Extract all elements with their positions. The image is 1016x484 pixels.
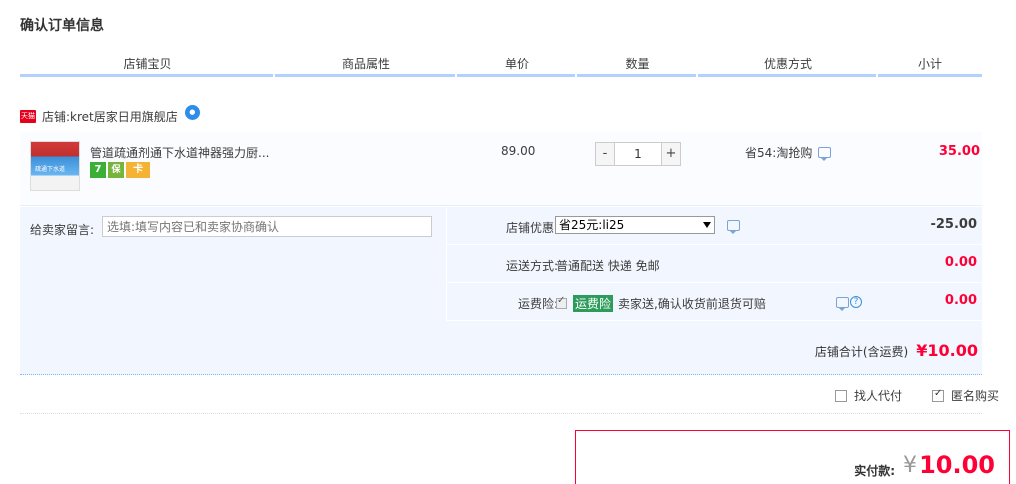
shop-discount-selected: 省25元:li25 [559,218,625,232]
header-bar [20,74,273,77]
tmall-icon: 天猫 [20,109,36,123]
header-bar [878,74,982,77]
promo-text: 省54:淘抢购 [745,146,813,160]
shipping-amount: 0.00 [944,255,977,270]
anonymous-option[interactable]: 匿名购买 [931,387,999,404]
comment-icon[interactable] [836,296,849,311]
quantity-plus-button[interactable]: + [661,142,681,166]
item-thumbnail[interactable]: 疏通下水道 [30,141,80,191]
seven-day-return-icon[interactable]: 7 [90,162,106,178]
memo-input[interactable] [102,216,432,237]
service-badges: 7 保 卡 [90,162,150,178]
shop-discount-label: 店铺优惠: [505,221,558,235]
item-title-link[interactable]: 管道疏通剂通下水道神器强力厨... [90,144,269,161]
insurance-desc: 卖家送,确认收货前退货可赔 [618,297,766,311]
quantity-minus-button[interactable]: - [595,142,615,166]
shop-name-link[interactable]: kret居家日用旗舰店 [70,108,178,125]
memo-label: 给卖家留言: [30,223,95,237]
insurance-amount: 0.00 [944,293,977,308]
comment-icon[interactable] [727,220,740,234]
header-bar [457,74,575,77]
page-title: 确认订单信息 [20,18,104,34]
payment-amount: 10.00 [919,451,995,479]
payment-label: 实付款: [854,464,895,478]
comment-icon[interactable] [818,147,832,161]
insurance-icons: ? [836,296,862,311]
promo-info: 省54:淘抢购 [745,144,832,161]
order-item-row: 疏通下水道 管道疏通剂通下水道神器强力厨... 7 保 卡 89.00 - + … [20,132,982,206]
header-bar [698,74,876,77]
detail-summary: 店铺优惠: 省25元:li25 -25.00 运送方式: 普通配送 快递 免邮 … [446,207,983,322]
anonymous-checkbox[interactable] [931,388,944,402]
shop-discount-select[interactable]: 省25元:li25 [555,216,715,234]
insurance-label: 运费险: [517,297,558,311]
shop-discount-row: 店铺优惠: 省25元:li25 -25.00 [447,207,983,245]
guarantee-icon[interactable]: 保 [108,162,124,178]
quantity-input[interactable] [615,142,661,166]
pay-for-me-label: 找人代付 [853,389,902,403]
pay-for-me-checkbox[interactable] [834,389,847,402]
credit-card-icon[interactable]: 卡 [126,162,150,178]
header-bar [577,74,696,77]
shop-total: 店铺合计(含运费) ¥10.00 [815,341,978,360]
shop-discount-amount: -25.00 [930,217,977,232]
insurance-checkbox[interactable] [556,295,567,309]
anonymous-label: 匿名购买 [950,389,999,403]
dropdown-arrow-icon [703,222,711,228]
insurance-value: 运费险 卖家送,确认收货前退货可赔 [556,295,766,312]
thumbnail-caption: 疏通下水道 [35,166,66,173]
shop-row: 天猫 店铺: kret居家日用旗舰店 ● [20,104,200,126]
shipping-label: 运送方式: [505,259,558,273]
header-bar [275,74,455,77]
column-header: 店铺宝贝 商品属性 单价 数量 优惠方式 小计 [20,54,982,78]
quantity-stepper: - + [595,142,681,166]
divider [20,413,982,414]
insurance-row: 运费险: 运费险 卖家送,确认收货前退货可赔 ? 0.00 [447,283,983,321]
payment-currency: ¥ [903,453,917,478]
order-options: 找人代付 匿名购买 [834,387,999,404]
item-subtotal: 35.00 [938,144,980,159]
shop-total-label: 店铺合计(含运费) [814,345,909,359]
shop-total-amount: ¥10.00 [916,341,978,360]
order-detail-panel: 给卖家留言: 店铺优惠: 省25元:li25 -25.00 运送方式: 普通配送… [20,207,983,375]
wangwang-chat-icon[interactable]: ● [184,104,200,120]
insurance-highlight: 运费险 [573,295,614,312]
payment-summary-box: 实付款: ¥ 10.00 [575,430,1010,484]
unit-price: 89.00 [501,144,536,158]
shop-label: 店铺: [42,109,71,124]
shipping-row: 运送方式: 普通配送 快递 免邮 0.00 [447,245,983,283]
pay-for-me-option[interactable]: 找人代付 [834,387,902,404]
help-icon[interactable]: ? [850,296,862,308]
shipping-value: 普通配送 快递 免邮 [556,259,660,273]
